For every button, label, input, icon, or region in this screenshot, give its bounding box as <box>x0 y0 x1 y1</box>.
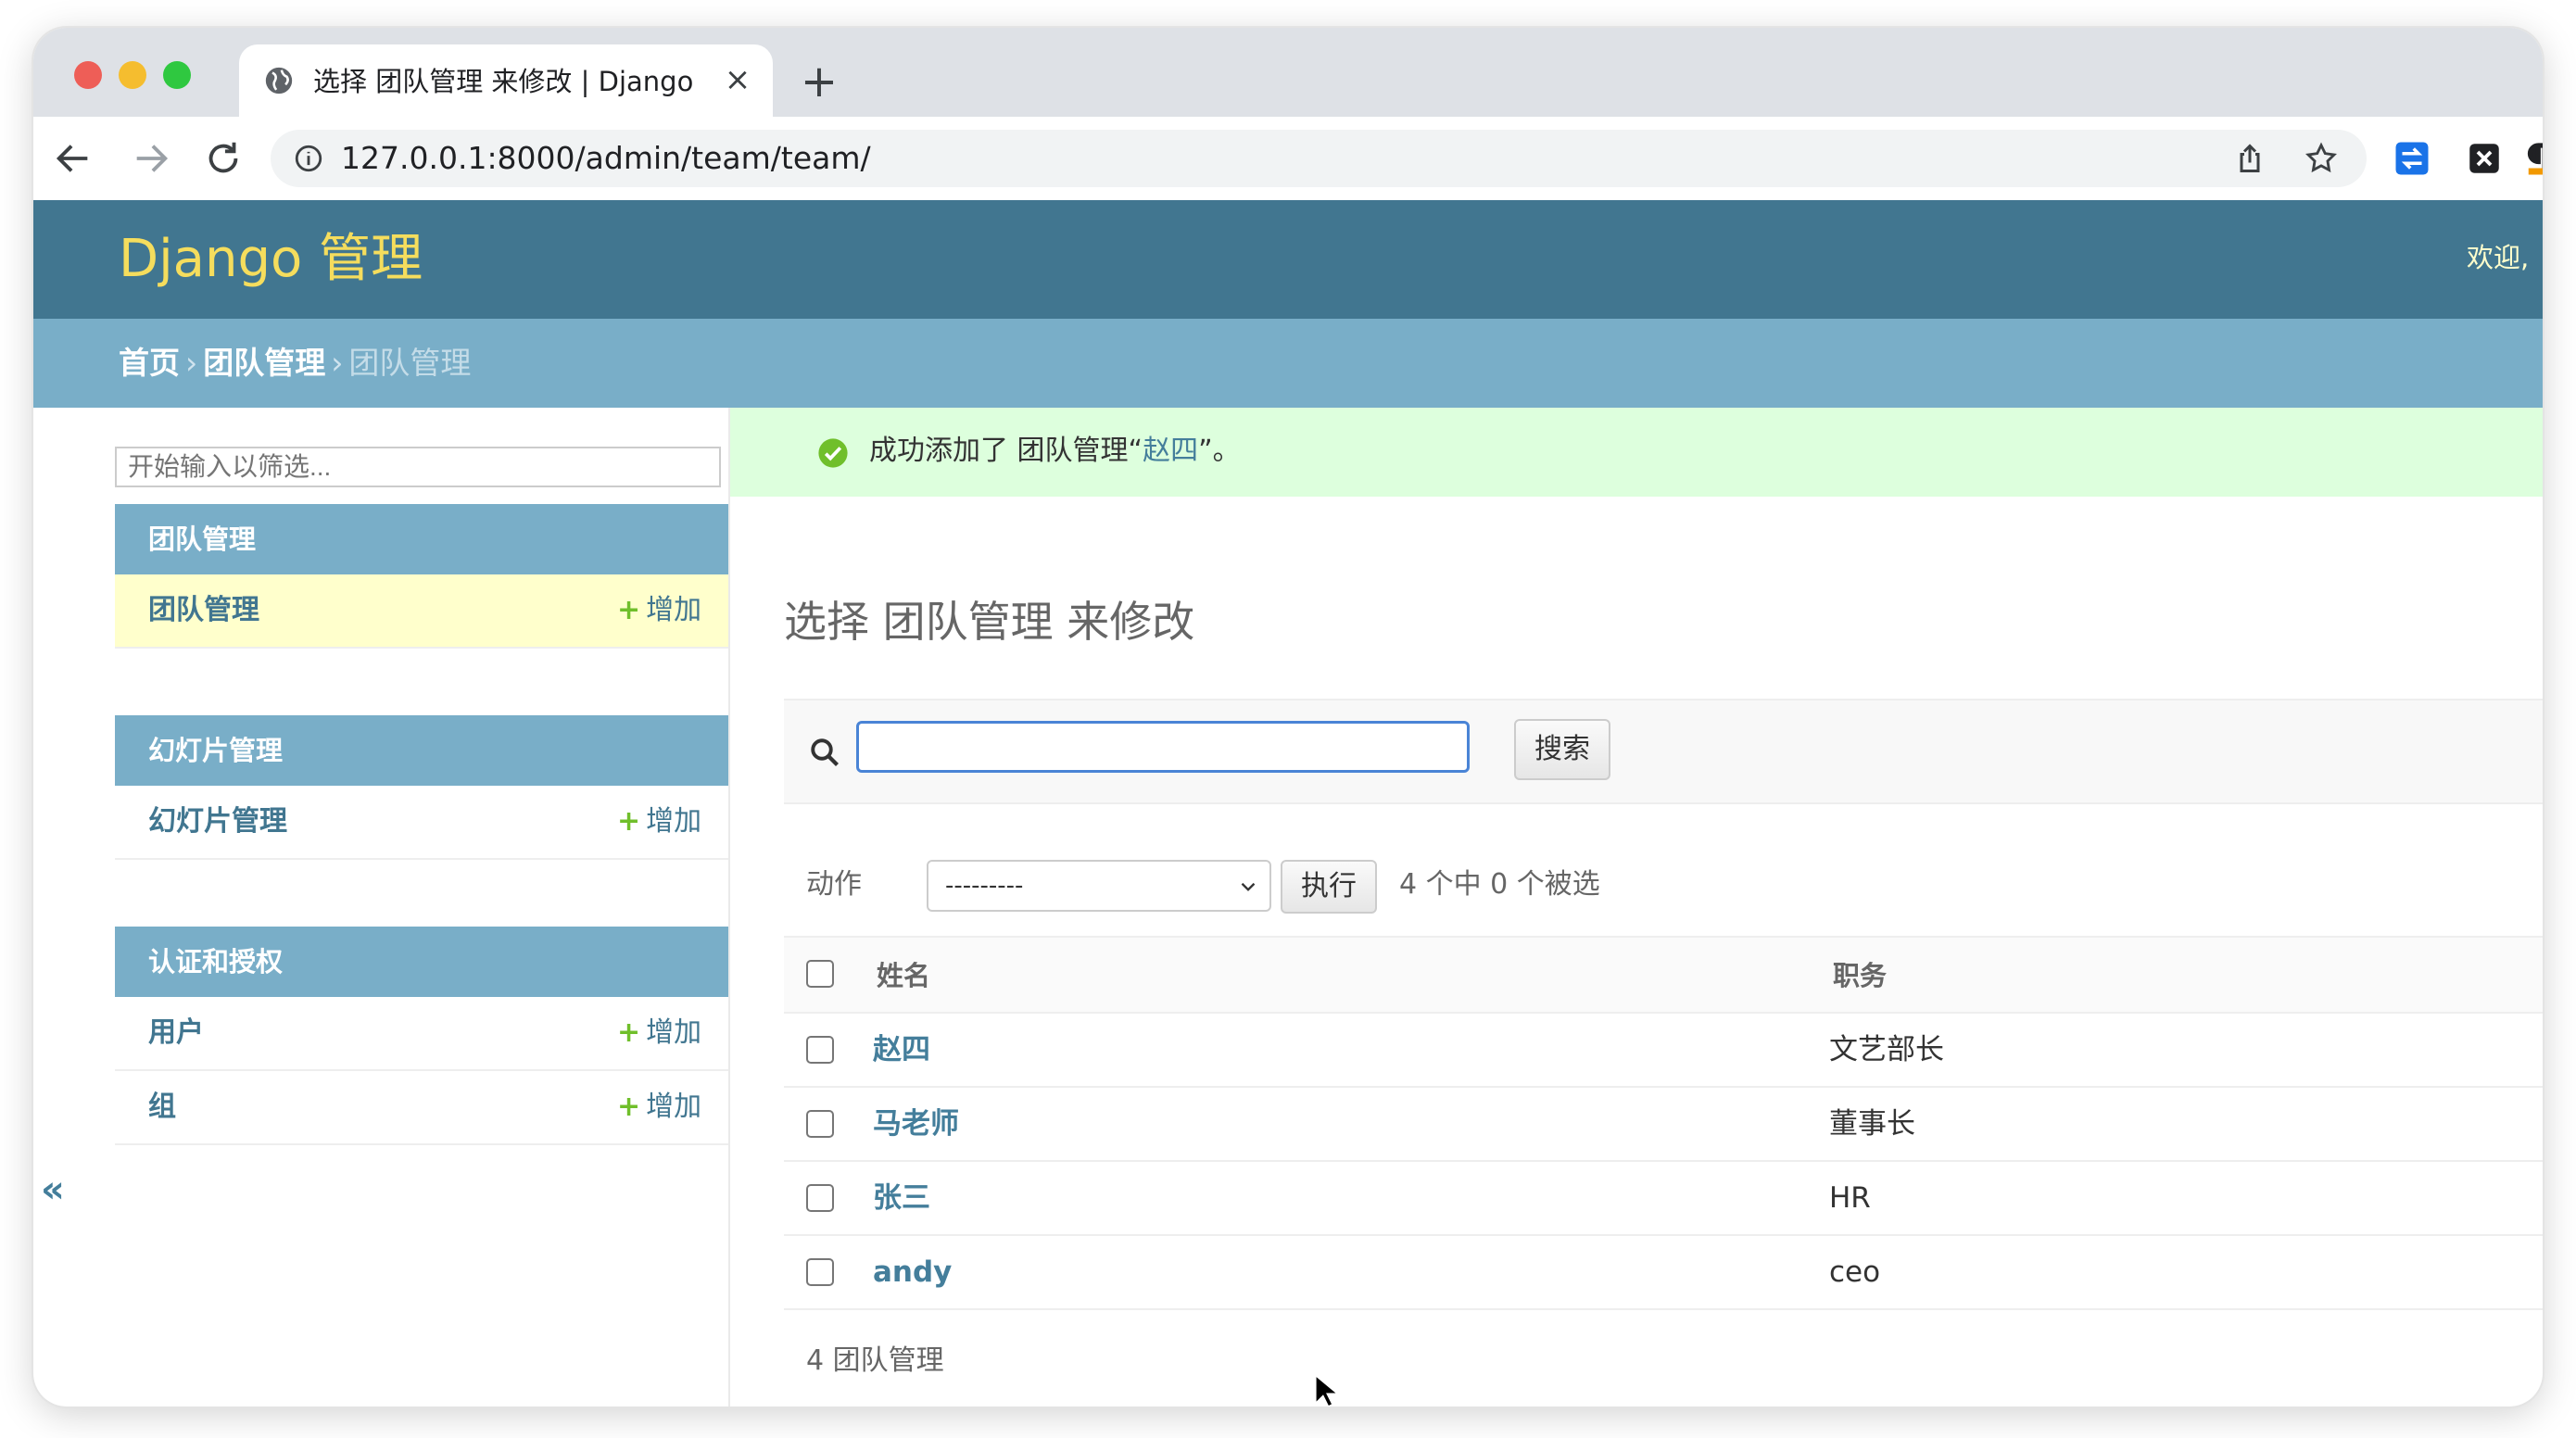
sidebar-item-team: 团队管理 + 增加 <box>115 574 728 649</box>
sidebar-item-label[interactable]: 幻灯片管理 <box>148 802 287 841</box>
breadcrumb-separator: › <box>331 345 344 381</box>
actions-select[interactable]: --------- <box>927 860 1271 912</box>
browser-window: 选择 团队管理 来修改 | Django 站 × + 127.0.0.1:800… <box>33 28 2543 1406</box>
minimize-window-button[interactable] <box>119 61 146 89</box>
selection-counter: 4 个中 0 个被选 <box>1399 868 1600 901</box>
table-header: 姓名 职务 <box>784 936 2543 1014</box>
module-caption-slides[interactable]: 幻灯片管理 <box>115 715 728 786</box>
add-slide-link[interactable]: + 增加 <box>617 802 701 841</box>
extension-x-icon[interactable] <box>2465 139 2504 178</box>
sidebar-item-users: 用户 + 增加 <box>115 997 728 1071</box>
breadcrumb: 首页 › 团队管理 › 团队管理 <box>33 319 2543 408</box>
select-all-checkbox[interactable] <box>806 960 834 988</box>
back-icon[interactable] <box>52 137 95 180</box>
added-object-link[interactable]: 赵四 <box>1143 435 1198 467</box>
row-checkbox[interactable] <box>806 1258 834 1286</box>
close-tab-icon[interactable]: × <box>721 63 754 96</box>
info-icon[interactable] <box>293 143 324 174</box>
site-brand[interactable]: Django 管理 <box>119 228 423 291</box>
module-caption-auth[interactable]: 认证和授权 <box>115 927 728 997</box>
new-tab-button[interactable]: + <box>799 59 840 104</box>
search-button[interactable]: 搜索 <box>1514 719 1610 780</box>
breadcrumb-home[interactable]: 首页 <box>119 345 180 381</box>
bookmark-star-icon[interactable] <box>2304 141 2339 176</box>
sidebar-item-slides: 幻灯片管理 + 增加 <box>115 786 728 860</box>
reload-icon[interactable] <box>202 137 245 180</box>
plus-icon: + <box>617 1091 641 1123</box>
welcome-text: 欢迎, <box>2467 242 2530 273</box>
page-title: 选择 团队管理 来修改 <box>784 597 1195 647</box>
plus-icon: + <box>617 594 641 626</box>
sidebar-item-label[interactable]: 组 <box>148 1088 176 1127</box>
row-name-link[interactable]: andy <box>873 1253 952 1292</box>
success-message: 成功添加了 团队管理“赵四”。 <box>730 408 2543 497</box>
breadcrumb-app[interactable]: 团队管理 <box>203 345 325 381</box>
search-input[interactable] <box>856 721 1470 773</box>
success-message-text: 成功添加了 团队管理“赵四”。 <box>869 435 1241 467</box>
add-group-link[interactable]: + 增加 <box>617 1088 701 1127</box>
globe-icon <box>265 67 293 95</box>
breadcrumb-current: 团队管理 <box>348 345 472 381</box>
sidebar-item-label[interactable]: 用户 <box>148 1014 204 1053</box>
tab-bar: 选择 团队管理 来修改 | Django 站 × + <box>33 28 2543 117</box>
table-row: 张三 HR <box>784 1162 2543 1236</box>
actions-bar: 动作 --------- 执行 4 个中 0 个被选 <box>784 843 2543 927</box>
sidebar-item-label[interactable]: 团队管理 <box>148 591 259 630</box>
row-name-link[interactable]: 张三 <box>873 1179 930 1217</box>
address-bar[interactable]: 127.0.0.1:8000/admin/team/team/ <box>271 130 2367 187</box>
result-table: 姓名 职务 赵四 文艺部长 马老师 董事长 张三 HR andy ceo <box>784 936 2543 1310</box>
forward-icon[interactable] <box>130 137 172 180</box>
mouse-cursor-icon <box>1314 1373 1338 1406</box>
add-user-link[interactable]: + 增加 <box>617 1014 701 1053</box>
row-checkbox[interactable] <box>806 1184 834 1212</box>
check-circle-icon <box>818 438 848 468</box>
url-text[interactable]: 127.0.0.1:8000/admin/team/team/ <box>341 139 871 178</box>
table-row: 赵四 文艺部长 <box>784 1014 2543 1088</box>
paginator: 4 团队管理 <box>784 1314 2543 1406</box>
breadcrumb-separator: › <box>185 345 198 381</box>
add-team-link[interactable]: + 增加 <box>617 591 701 630</box>
share-icon[interactable] <box>2233 141 2267 176</box>
row-role: HR <box>1829 1181 1871 1215</box>
column-header-name[interactable]: 姓名 <box>877 956 930 995</box>
search-toolbar: 搜索 <box>784 699 2543 804</box>
module-caption-team[interactable]: 团队管理 <box>115 504 728 574</box>
row-name-link[interactable]: 马老师 <box>873 1104 959 1143</box>
row-name-link[interactable]: 赵四 <box>873 1030 930 1069</box>
toggle-sidebar-icon[interactable]: « <box>41 1171 65 1208</box>
tab-title: 选择 团队管理 来修改 | Django 站 <box>313 66 702 97</box>
extension-sync-icon[interactable] <box>2393 139 2431 178</box>
table-row: 马老师 董事长 <box>784 1088 2543 1162</box>
sidebar-item-groups: 组 + 增加 <box>115 1071 728 1145</box>
column-header-role[interactable]: 职务 <box>1833 956 1887 995</box>
browser-toolbar: 127.0.0.1:8000/admin/team/team/ <box>33 117 2543 202</box>
search-icon <box>811 738 839 766</box>
browser-tab[interactable]: 选择 团队管理 来修改 | Django 站 × <box>239 44 773 117</box>
row-role: ceo <box>1829 1255 1881 1289</box>
extension-pilcrow-icon[interactable] <box>2526 139 2543 178</box>
result-count: 4 团队管理 <box>806 1344 944 1377</box>
sidebar-filter-input[interactable] <box>115 447 721 487</box>
plus-icon: + <box>617 805 641 838</box>
row-checkbox[interactable] <box>806 1110 834 1138</box>
actions-selected-value: --------- <box>945 872 1024 900</box>
plus-icon: + <box>617 1016 641 1049</box>
row-role: 文艺部长 <box>1829 1033 1944 1066</box>
site-header: Django 管理 欢迎, <box>33 200 2543 319</box>
run-action-button[interactable]: 执行 <box>1281 860 1377 914</box>
row-role: 董事长 <box>1829 1107 1915 1141</box>
row-checkbox[interactable] <box>806 1036 834 1064</box>
close-window-button[interactable] <box>74 61 102 89</box>
chevron-down-icon <box>1241 882 1256 891</box>
nav-sidebar: 团队管理 团队管理 +增加 幻灯片管理 幻灯片管理 +增加 认证和授权 用户 +… <box>80 408 730 1406</box>
table-row: andy ceo <box>784 1236 2543 1310</box>
maximize-window-button[interactable] <box>163 61 191 89</box>
actions-label: 动作 <box>806 868 862 901</box>
